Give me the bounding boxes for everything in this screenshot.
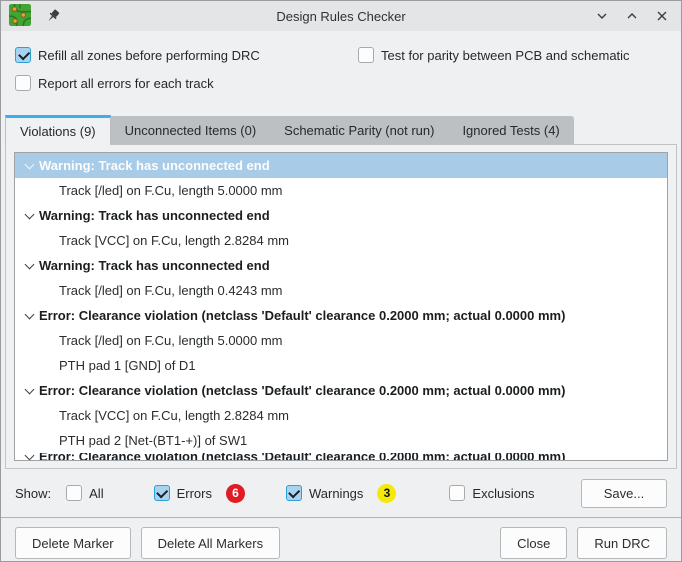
all-filter-label: All — [89, 486, 103, 501]
errors-filter-label: Errors — [177, 486, 212, 501]
violation-row[interactable]: Track [/led] on F.Cu, length 5.0000 mm — [15, 178, 667, 203]
tab-bar: Violations (9)Unconnected Items (0)Schem… — [1, 114, 681, 144]
violation-text: Track [VCC] on F.Cu, length 2.8284 mm — [59, 233, 289, 248]
violation-row[interactable]: Track [/led] on F.Cu, length 0.4243 mm — [15, 278, 667, 303]
minimize-icon[interactable] — [595, 9, 609, 23]
title-bar: Design Rules Checker — [1, 1, 681, 31]
violation-row[interactable]: Track [VCC] on F.Cu, length 2.8284 mm — [15, 403, 667, 428]
drc-dialog: Design Rules Checker Refill all zones be… — [0, 0, 682, 562]
chevron-down-icon[interactable] — [22, 383, 38, 399]
violation-text: Track [/led] on F.Cu, length 5.0000 mm — [59, 333, 283, 348]
violation-text: Warning: Track has unconnected end — [39, 208, 270, 223]
violation-row[interactable]: Error: Clearance violation (netclass 'De… — [15, 453, 667, 460]
refill-zones-checkbox[interactable]: Refill all zones before performing DRC — [15, 42, 358, 68]
warnings-filter-checkbox[interactable]: Warnings 3 — [286, 484, 396, 503]
report-all-errors-label: Report all errors for each track — [38, 76, 214, 91]
delete-all-markers-button[interactable]: Delete All Markers — [141, 527, 280, 559]
violation-row[interactable]: Warning: Track has unconnected end — [15, 153, 667, 178]
pin-icon[interactable] — [45, 8, 61, 24]
tab-ignored-tests-4[interactable]: Ignored Tests (4) — [448, 116, 573, 144]
report-all-errors-checkbox[interactable]: Report all errors for each track — [15, 70, 358, 96]
violation-row[interactable]: Error: Clearance violation (netclass 'De… — [15, 303, 667, 328]
chevron-down-icon[interactable] — [22, 308, 38, 324]
violation-row[interactable]: PTH pad 1 [GND] of D1 — [15, 353, 667, 378]
tab-schematic-parity-not-run[interactable]: Schematic Parity (not run) — [270, 116, 448, 144]
violation-text: Error: Clearance violation (netclass 'De… — [39, 308, 565, 323]
errors-filter-checkbox[interactable]: Errors 6 — [154, 484, 245, 503]
all-filter-checkbox[interactable]: All — [66, 485, 103, 501]
chevron-down-icon[interactable] — [22, 158, 38, 174]
violation-text: Track [/led] on F.Cu, length 5.0000 mm — [59, 183, 283, 198]
checkbox-box[interactable] — [358, 47, 374, 63]
violation-text: PTH pad 2 [Net-(BT1-+)] of SW1 — [59, 433, 247, 448]
violation-row[interactable]: Track [/led] on F.Cu, length 5.0000 mm — [15, 328, 667, 353]
checkbox-box[interactable] — [449, 485, 465, 501]
exclusions-filter-checkbox[interactable]: Exclusions — [449, 485, 534, 501]
violation-text: PTH pad 1 [GND] of D1 — [59, 358, 196, 373]
violation-row[interactable]: Warning: Track has unconnected end — [15, 203, 667, 228]
violation-text: Track [VCC] on F.Cu, length 2.8284 mm — [59, 408, 289, 423]
checkbox-box[interactable] — [66, 485, 82, 501]
footer-button-row: Delete Marker Delete All Markers Close Run… — [1, 518, 681, 561]
violation-text: Error: Clearance violation (netclass 'De… — [39, 383, 565, 398]
window-title: Design Rules Checker — [1, 9, 681, 24]
close-icon[interactable] — [655, 9, 669, 23]
violation-text: Warning: Track has unconnected end — [39, 158, 270, 173]
violation-row[interactable]: Warning: Track has unconnected end — [15, 253, 667, 278]
violation-row[interactable]: Track [VCC] on F.Cu, length 2.8284 mm — [15, 228, 667, 253]
save-button[interactable]: Save... — [581, 479, 667, 508]
kicad-pcbnew-icon — [9, 4, 31, 26]
delete-marker-button[interactable]: Delete Marker — [15, 527, 131, 559]
violation-text: Error: Clearance violation (netclass 'De… — [39, 453, 565, 460]
show-filter-row: Show: All Errors 6 Warnings 3 Exclusions Save… — [1, 469, 681, 518]
violation-text: Track [/led] on F.Cu, length 0.4243 mm — [59, 283, 283, 298]
errors-count-badge: 6 — [226, 484, 245, 503]
refill-zones-label: Refill all zones before performing DRC — [38, 48, 260, 63]
options-section: Refill all zones before performing DRC T… — [1, 31, 681, 114]
run-drc-button[interactable]: Run DRC — [577, 527, 667, 559]
exclusions-filter-label: Exclusions — [472, 486, 534, 501]
chevron-down-icon[interactable] — [22, 258, 38, 274]
checkbox-box[interactable] — [15, 75, 31, 91]
tab-unconnected-items-0[interactable]: Unconnected Items (0) — [111, 116, 271, 144]
chevron-down-icon[interactable] — [22, 208, 38, 224]
warnings-count-badge: 3 — [377, 484, 396, 503]
violation-row[interactable]: Error: Clearance violation (netclass 'De… — [15, 378, 667, 403]
tab-violations-9[interactable]: Violations (9) — [5, 115, 111, 145]
maximize-icon[interactable] — [625, 9, 639, 23]
violation-text: Warning: Track has unconnected end — [39, 258, 270, 273]
show-label: Show: — [15, 486, 51, 501]
checkbox-box[interactable] — [15, 47, 31, 63]
violation-row[interactable]: PTH pad 2 [Net-(BT1-+)] of SW1 — [15, 428, 667, 453]
close-button[interactable]: Close — [500, 527, 567, 559]
schematic-parity-label: Test for parity between PCB and schemati… — [381, 48, 630, 63]
chevron-down-icon[interactable] — [22, 453, 38, 460]
violations-list[interactable]: Warning: Track has unconnected end Track … — [14, 152, 668, 461]
warnings-filter-label: Warnings — [309, 486, 363, 501]
checkbox-box[interactable] — [286, 485, 302, 501]
checkbox-box[interactable] — [154, 485, 170, 501]
violations-tab-panel: Warning: Track has unconnected end Track … — [5, 144, 677, 469]
schematic-parity-checkbox[interactable]: Test for parity between PCB and schemati… — [358, 42, 667, 68]
